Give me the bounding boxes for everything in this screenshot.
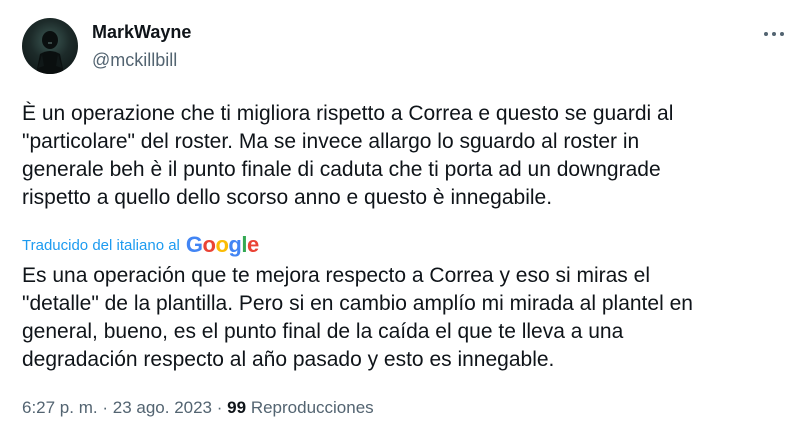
translated-text: Es una operación que te mejora respecto … <box>22 264 693 371</box>
views-label[interactable]: Reproducciones <box>251 398 374 417</box>
view-count: 99 <box>227 398 247 417</box>
tweet-text: È un operazione che ti migliora rispetto… <box>22 102 674 209</box>
more-icon <box>772 32 776 36</box>
tweet-metadata: 6:27 p. m. · 23 ago. 2023 · 99 Reproducc… <box>22 398 374 418</box>
more-icon <box>780 32 784 36</box>
avatar[interactable] <box>22 18 78 74</box>
separator: · <box>102 398 109 417</box>
translation-attribution[interactable]: Traducido del italiano al Google <box>22 232 259 258</box>
tweet-card: MarkWayne @mckillbill È un operazione ch… <box>0 0 800 438</box>
separator: · <box>216 398 223 417</box>
more-icon <box>764 32 768 36</box>
translation-label[interactable]: Traducido del italiano al <box>22 237 180 254</box>
google-logo: Google <box>185 232 259 257</box>
more-options-button[interactable] <box>756 20 792 48</box>
user-avatar-icon <box>36 31 64 74</box>
author-display-name[interactable]: MarkWayne <box>92 22 191 43</box>
author-handle[interactable]: @mckillbill <box>92 50 177 71</box>
tweet-time[interactable]: 6:27 p. m. <box>22 398 98 417</box>
tweet-date[interactable]: 23 ago. 2023 <box>113 398 212 417</box>
